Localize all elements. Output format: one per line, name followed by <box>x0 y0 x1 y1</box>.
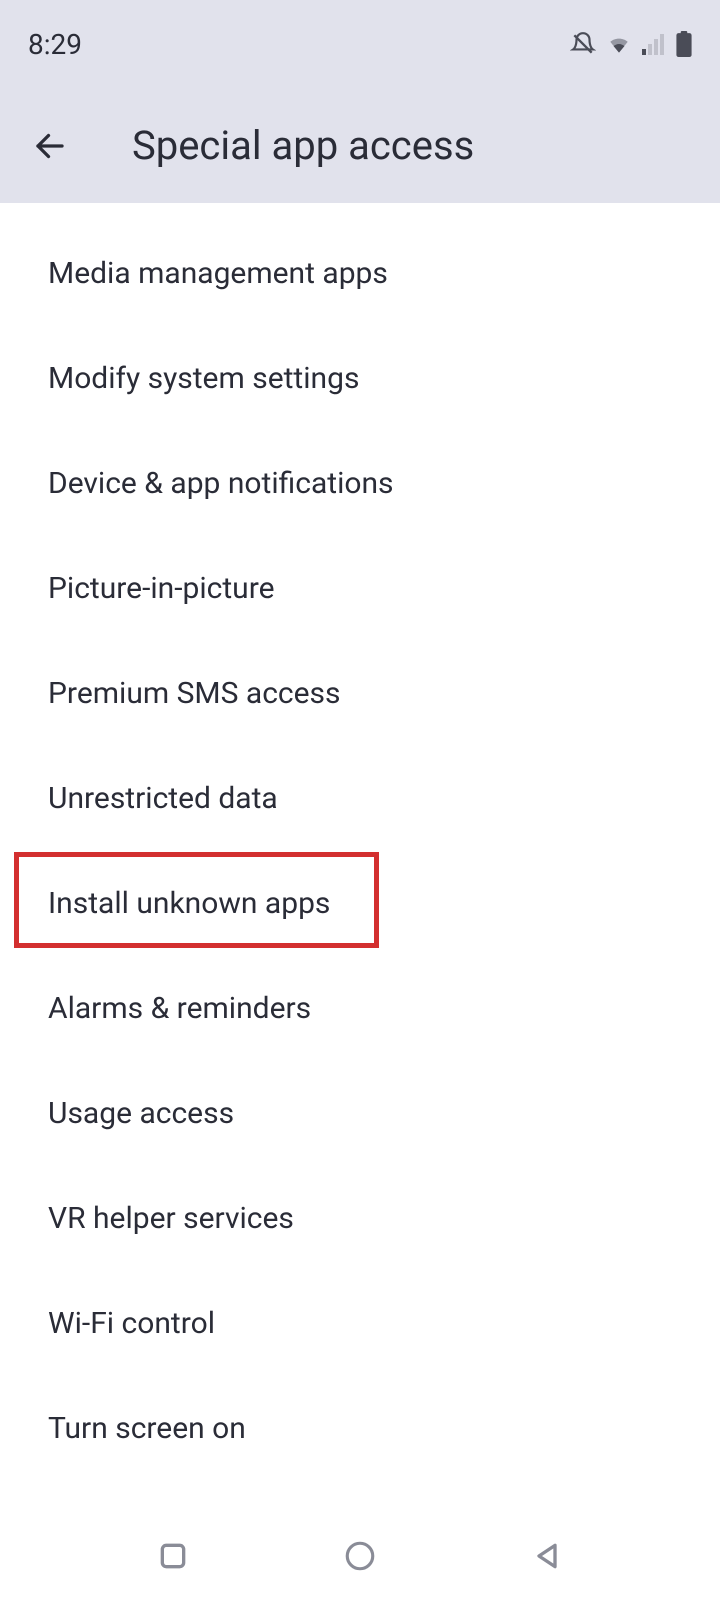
item-usage-access[interactable]: Usage access <box>0 1061 720 1166</box>
list-item-label: Device & app notifications <box>48 466 394 501</box>
dnd-off-icon <box>570 31 596 57</box>
list-item-label: Picture-in-picture <box>48 571 275 606</box>
item-premium-sms-access[interactable]: Premium SMS access <box>0 641 720 746</box>
list-item-label: Alarms & reminders <box>48 991 311 1026</box>
list-item-label: VR helper services <box>48 1201 294 1236</box>
list-item-label: Install unknown apps <box>48 886 330 921</box>
app-bar: Special app access <box>0 88 720 203</box>
recent-apps-button[interactable] <box>151 1534 195 1578</box>
arrow-left-icon <box>32 128 68 164</box>
list-item-label: Wi-Fi control <box>48 1306 215 1341</box>
home-button[interactable] <box>338 1534 382 1578</box>
battery-icon <box>676 31 692 57</box>
item-unrestricted-data[interactable]: Unrestricted data <box>0 746 720 851</box>
circle-icon <box>343 1539 377 1573</box>
status-bar: 8:29 <box>0 0 720 88</box>
page-title: Special app access <box>132 122 474 169</box>
status-time: 8:29 <box>28 28 82 61</box>
item-media-management-apps[interactable]: Media management apps <box>0 221 720 326</box>
item-wifi-control[interactable]: Wi-Fi control <box>0 1271 720 1376</box>
list-item-label: Turn screen on <box>48 1411 246 1446</box>
settings-list: Media management apps Modify system sett… <box>0 203 720 1481</box>
list-item-label: Modify system settings <box>48 361 359 396</box>
square-icon <box>157 1540 189 1572</box>
list-item-label: Usage access <box>48 1096 234 1131</box>
item-picture-in-picture[interactable]: Picture-in-picture <box>0 536 720 641</box>
back-nav-button[interactable] <box>525 1534 569 1578</box>
signal-icon <box>642 33 666 55</box>
triangle-left-icon <box>531 1540 563 1572</box>
item-device-app-notifications[interactable]: Device & app notifications <box>0 431 720 536</box>
wifi-icon <box>606 33 632 55</box>
item-vr-helper-services[interactable]: VR helper services <box>0 1166 720 1271</box>
back-button[interactable] <box>28 124 72 168</box>
item-install-unknown-apps[interactable]: Install unknown apps <box>0 851 720 956</box>
item-modify-system-settings[interactable]: Modify system settings <box>0 326 720 431</box>
navigation-bar <box>0 1512 720 1600</box>
item-alarms-reminders[interactable]: Alarms & reminders <box>0 956 720 1061</box>
list-item-label: Unrestricted data <box>48 781 278 816</box>
list-item-label: Media management apps <box>48 256 388 291</box>
item-turn-screen-on[interactable]: Turn screen on <box>0 1376 720 1481</box>
status-icons <box>570 31 692 57</box>
list-item-label: Premium SMS access <box>48 676 340 711</box>
